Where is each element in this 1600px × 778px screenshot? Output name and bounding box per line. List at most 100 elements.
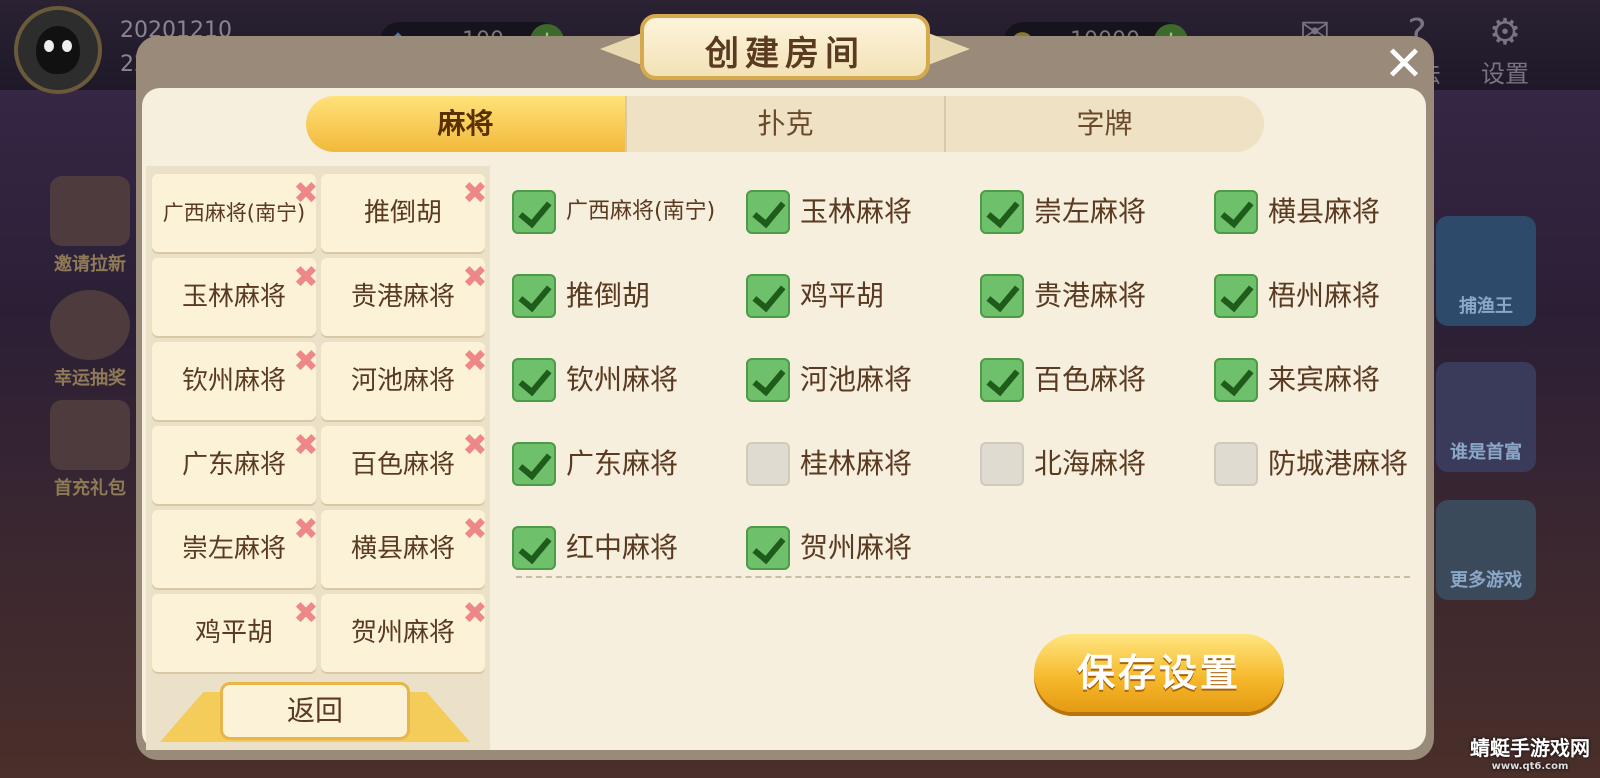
- option-checkbox[interactable]: 崇左麻将: [980, 188, 1146, 236]
- site-watermark: 蜻蜓手游戏网 www.qt6.com: [1470, 732, 1590, 772]
- richest-game-label: 谁是首富: [1450, 442, 1522, 463]
- selected-game-card[interactable]: 推倒胡 ✖: [321, 174, 488, 252]
- fishing-game-tile[interactable]: 捕渔王: [1436, 216, 1536, 326]
- selected-game-label: 钦州麻将: [181, 366, 286, 396]
- option-checkbox[interactable]: 梧州麻将: [1214, 272, 1380, 320]
- option-checkbox[interactable]: 百色麻将: [980, 356, 1146, 404]
- option-label: 玉林麻将: [800, 195, 913, 228]
- option-checkbox[interactable]: 桂林麻将: [746, 440, 912, 488]
- option-label: 来宾麻将: [1268, 363, 1381, 396]
- option-checkbox[interactable]: 横县麻将: [1214, 188, 1380, 236]
- invite-label: 邀请拉新: [54, 254, 126, 275]
- option-label: 贵港麻将: [1034, 279, 1147, 312]
- option-checkbox[interactable]: 广东麻将: [512, 440, 678, 488]
- tab-mahjong[interactable]: 麻将: [306, 96, 625, 152]
- selected-game-card[interactable]: 贵港麻将 ✖: [321, 258, 488, 336]
- option-checkbox[interactable]: 北海麻将: [980, 440, 1146, 488]
- checkbox-box: [1214, 274, 1258, 318]
- watermark-url: www.qt6.com: [1491, 761, 1569, 772]
- tab-poker[interactable]: 扑克: [626, 96, 945, 152]
- option-checkbox[interactable]: 钦州麻将: [512, 356, 678, 404]
- option-label: 横县麻将: [1268, 195, 1381, 228]
- richest-game-tile[interactable]: 谁是首富: [1436, 362, 1536, 472]
- delete-icon[interactable]: ✖: [461, 263, 489, 293]
- selected-game-label: 崇左麻将: [181, 534, 286, 564]
- option-label: 桂林麻将: [800, 447, 913, 480]
- checkbox-box: [746, 526, 790, 570]
- selected-game-label: 鸡平胡: [194, 618, 273, 648]
- delete-icon[interactable]: ✖: [292, 179, 320, 209]
- selected-game-card[interactable]: 广东麻将 ✖: [152, 426, 319, 504]
- selected-game-label: 横县麻将: [350, 534, 455, 564]
- option-checkbox[interactable]: 贺州麻将: [746, 524, 912, 572]
- checkbox-box: [512, 526, 556, 570]
- selected-game-card[interactable]: 玉林麻将 ✖: [152, 258, 319, 336]
- settings-label: 设置: [1481, 60, 1529, 88]
- option-checkbox[interactable]: 防城港麻将: [1214, 440, 1408, 488]
- checkbox-box: [1214, 190, 1258, 234]
- delete-icon[interactable]: ✖: [292, 431, 320, 461]
- selected-game-label: 推倒胡: [363, 198, 442, 228]
- option-checkbox[interactable]: 推倒胡: [512, 272, 650, 320]
- first-recharge-button[interactable]: 首充礼包: [40, 400, 140, 500]
- tab-zipai[interactable]: 字牌: [945, 96, 1264, 152]
- option-checkbox[interactable]: 红中麻将: [512, 524, 678, 572]
- delete-icon[interactable]: ✖: [292, 599, 320, 629]
- option-checkbox[interactable]: 来宾麻将: [1214, 356, 1380, 404]
- option-checkbox[interactable]: 广西麻将(南宁): [512, 188, 715, 236]
- checkbox-box: [980, 190, 1024, 234]
- eye-shape: [62, 40, 72, 52]
- selected-game-label: 百色麻将: [350, 450, 455, 480]
- option-checkbox[interactable]: 玉林麻将: [746, 188, 912, 236]
- penguin-icon: [36, 26, 80, 74]
- options-divider: [516, 576, 1410, 578]
- option-label: 河池麻将: [800, 363, 913, 396]
- selected-game-label: 广东麻将: [181, 450, 286, 480]
- selected-game-card[interactable]: 贺州麻将 ✖: [321, 594, 488, 672]
- save-settings-button[interactable]: 保存设置: [1034, 634, 1284, 712]
- avatar[interactable]: [14, 6, 102, 94]
- checkbox-box: [980, 442, 1024, 486]
- option-checkbox[interactable]: 贵港麻将: [980, 272, 1146, 320]
- selected-game-card[interactable]: 横县麻将 ✖: [321, 510, 488, 588]
- delete-icon[interactable]: ✖: [292, 263, 320, 293]
- checkbox-box: [512, 190, 556, 234]
- checkbox-box: [746, 358, 790, 402]
- back-button[interactable]: 返回: [160, 682, 470, 746]
- selected-game-card[interactable]: 鸡平胡 ✖: [152, 594, 319, 672]
- delete-icon[interactable]: ✖: [461, 431, 489, 461]
- option-label: 红中麻将: [566, 531, 679, 564]
- invite-button[interactable]: 邀请拉新: [40, 176, 140, 276]
- option-label: 贺州麻将: [800, 531, 913, 564]
- lottery-icon: [50, 290, 130, 360]
- more-games-tile[interactable]: 更多游戏: [1436, 500, 1536, 600]
- checkbox-box: [980, 358, 1024, 402]
- delete-icon[interactable]: ✖: [461, 599, 489, 629]
- selected-game-card[interactable]: 百色麻将 ✖: [321, 426, 488, 504]
- delete-icon[interactable]: ✖: [461, 179, 489, 209]
- selected-game-label: 玉林麻将: [181, 282, 286, 312]
- lottery-button[interactable]: 幸运抽奖: [40, 290, 140, 390]
- selected-game-card[interactable]: 河池麻将 ✖: [321, 342, 488, 420]
- close-icon[interactable]: ✕: [1380, 40, 1428, 88]
- back-button-label[interactable]: 返回: [220, 682, 410, 740]
- option-label: 北海麻将: [1034, 447, 1147, 480]
- option-checkbox[interactable]: 鸡平胡: [746, 272, 884, 320]
- selected-game-card[interactable]: 钦州麻将 ✖: [152, 342, 319, 420]
- option-label: 百色麻将: [1034, 363, 1147, 396]
- option-checkbox[interactable]: 河池麻将: [746, 356, 912, 404]
- checkbox-box: [980, 274, 1024, 318]
- eye-shape: [44, 40, 54, 52]
- option-label: 防城港麻将: [1268, 447, 1409, 480]
- checkbox-box: [512, 442, 556, 486]
- option-label: 崇左麻将: [1034, 195, 1147, 228]
- selected-game-label: 广西麻将(南宁): [162, 201, 306, 225]
- delete-icon[interactable]: ✖: [461, 515, 489, 545]
- gear-icon: ⚙: [1488, 12, 1522, 53]
- delete-icon[interactable]: ✖: [461, 347, 489, 377]
- delete-icon[interactable]: ✖: [292, 515, 320, 545]
- selected-game-card[interactable]: 广西麻将(南宁) ✖: [152, 174, 319, 252]
- settings-button[interactable]: ⚙ 设置: [1470, 12, 1540, 89]
- selected-game-card[interactable]: 崇左麻将 ✖: [152, 510, 319, 588]
- delete-icon[interactable]: ✖: [292, 347, 320, 377]
